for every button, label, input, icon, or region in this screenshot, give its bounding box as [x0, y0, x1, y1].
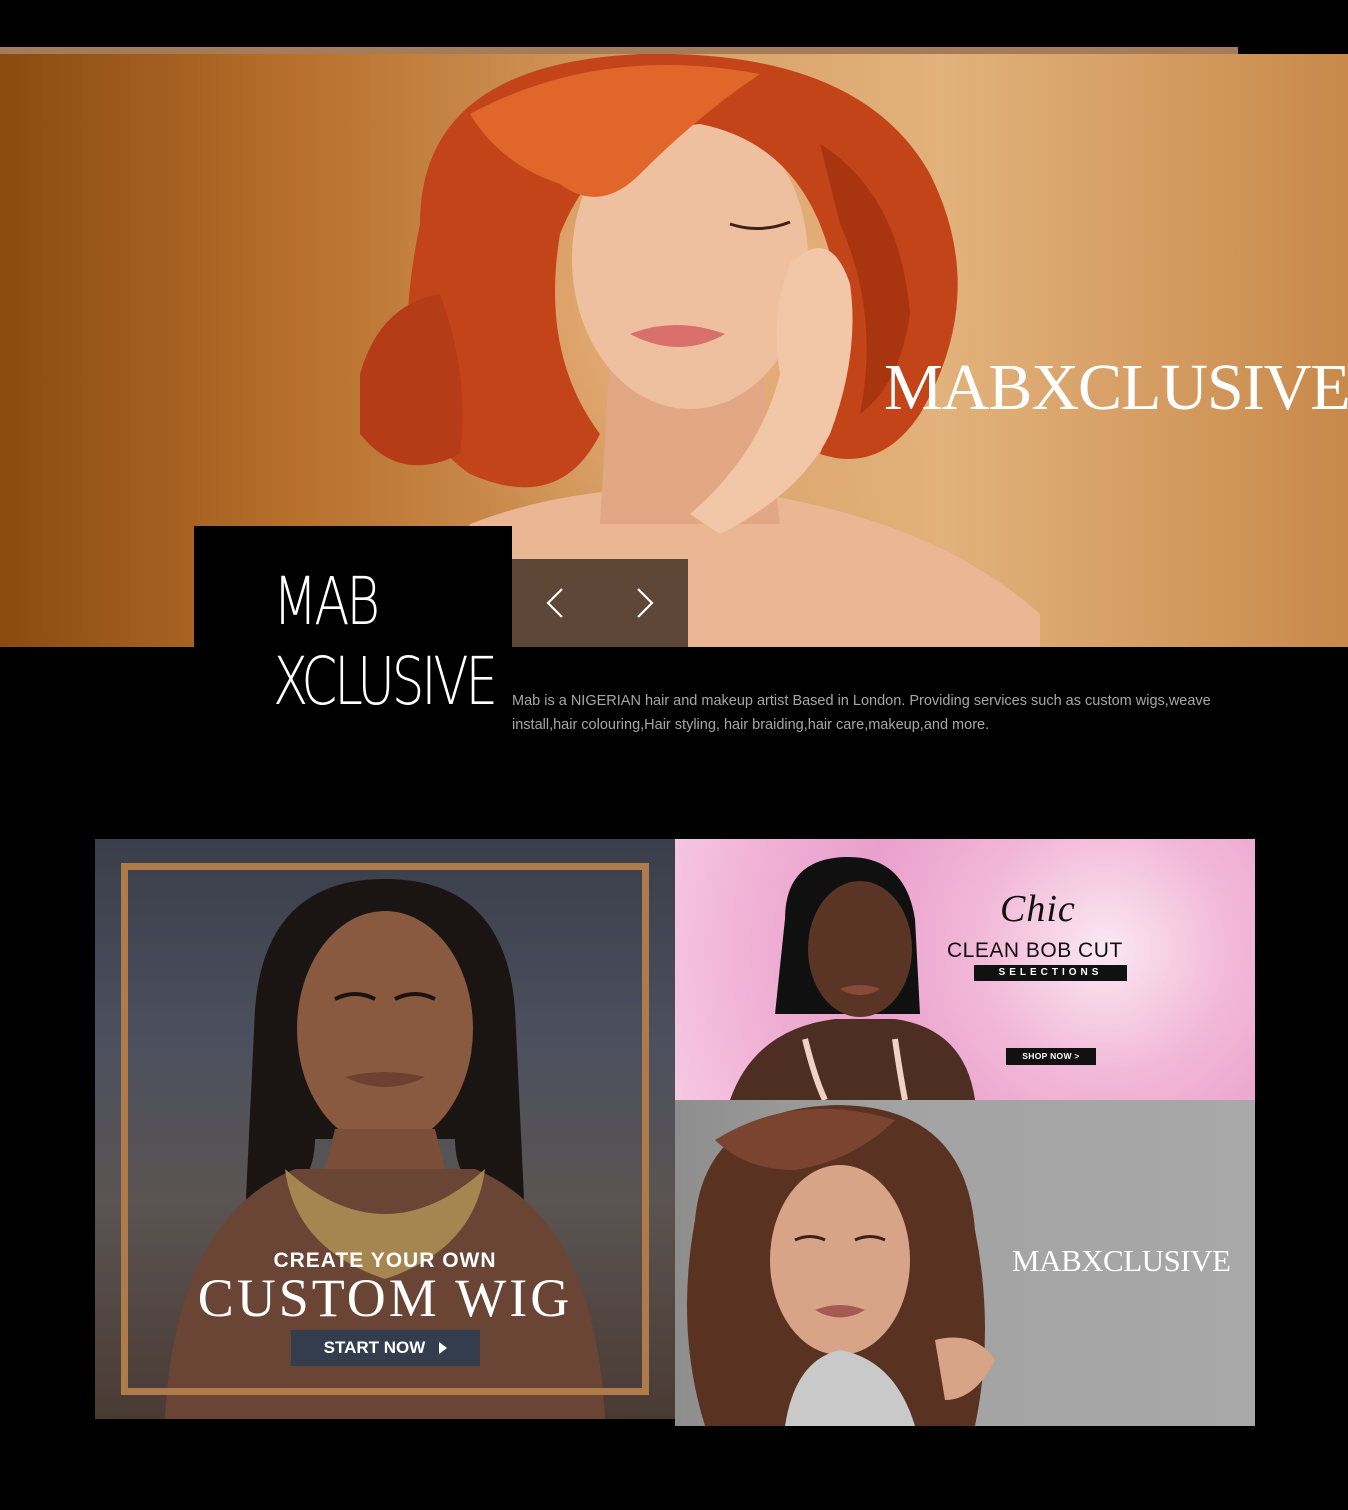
- hero-top-bar: [0, 47, 1238, 54]
- chevron-right-icon: [637, 588, 654, 618]
- site-logo[interactable]: MAB XCLUSIVE: [273, 562, 498, 722]
- hero-brand-title: MABXCLUSIVE: [884, 351, 1348, 424]
- bob-model-image: [730, 856, 975, 1100]
- chevron-left-icon: [546, 588, 563, 618]
- brand-promo[interactable]: MABXCLUSIVE: [675, 1100, 1255, 1426]
- bob-tag: SELECTIONS: [974, 965, 1127, 981]
- play-arrow-icon: [439, 1342, 448, 1354]
- bob-script-title: Chic: [1000, 888, 1076, 930]
- logo-line-2: XCLUSIVE: [273, 643, 498, 720]
- bob-title: CLEAN BOB CUT: [947, 939, 1123, 962]
- start-now-button[interactable]: START NOW: [291, 1330, 480, 1366]
- slider-prev-button[interactable]: [536, 583, 576, 623]
- start-now-label: START NOW: [323, 1338, 426, 1357]
- custom-wig-promo[interactable]: CREATE YOUR OWN CUSTOM WIG START NOW: [95, 839, 675, 1419]
- bob-cut-promo[interactable]: Chic CLEAN BOB CUT SELECTIONS SHOP NOW >: [675, 839, 1255, 1100]
- logo-line-1: MAB: [273, 563, 380, 640]
- slider-next-button[interactable]: [624, 583, 664, 623]
- brand-tile-title: MABXCLUSIVE: [1012, 1243, 1231, 1278]
- custom-wig-title: CUSTOM WIG: [197, 1268, 573, 1328]
- slider-nav: [512, 559, 688, 647]
- shop-now-button[interactable]: SHOP NOW >: [1006, 1048, 1096, 1065]
- about-text: Mab is a NIGERIAN hair and makeup artist…: [512, 693, 1211, 733]
